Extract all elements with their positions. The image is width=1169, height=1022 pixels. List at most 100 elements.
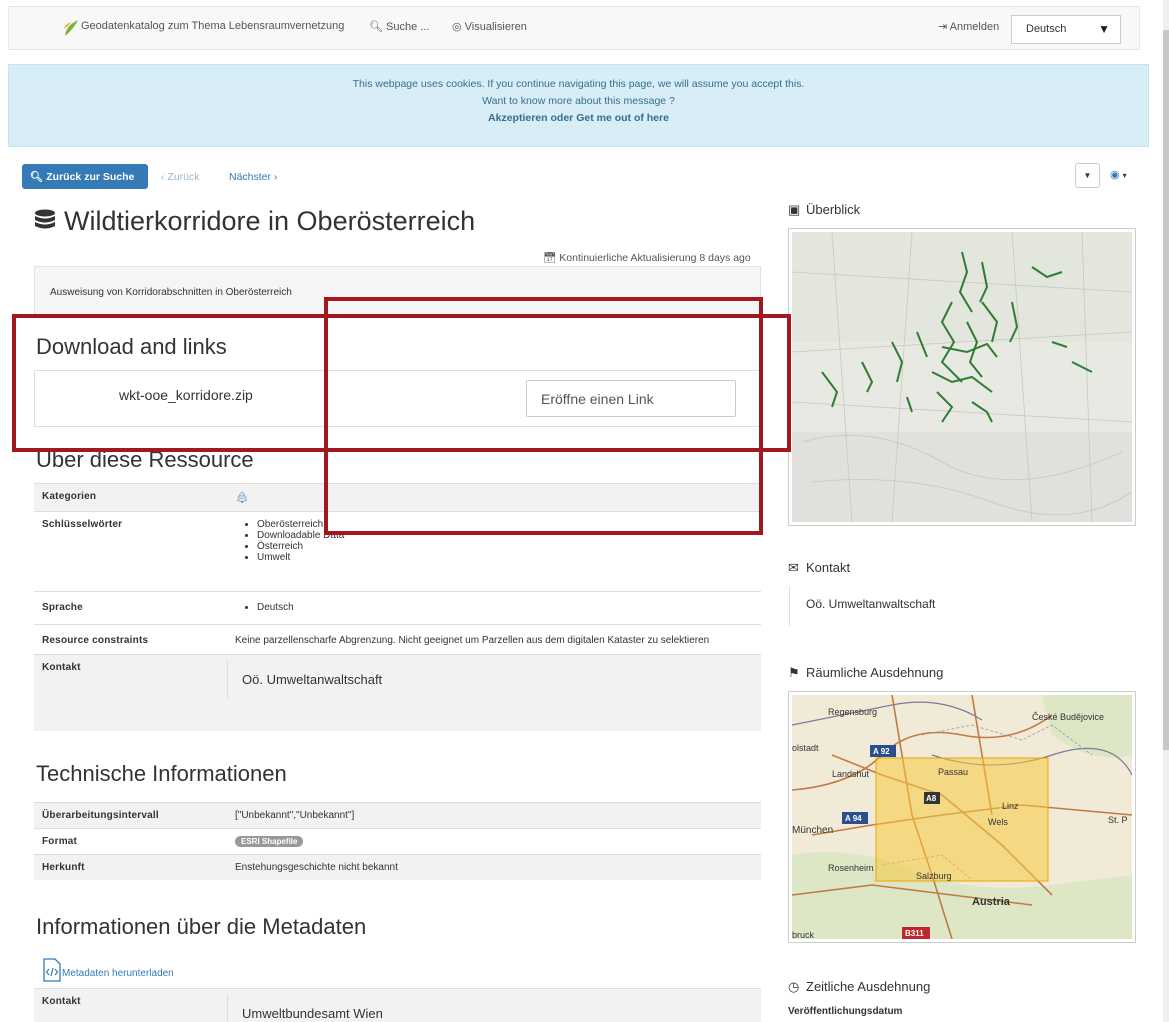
map-label-munchen: München [792, 825, 833, 836]
cookie-leave-link[interactable]: Get me out of here [576, 112, 669, 124]
caret-down-icon: ▾ [1122, 171, 1127, 180]
interval-value: ["Unbekannt","Unbekannt"] [227, 802, 761, 829]
origin-label: Herkunft [34, 854, 227, 880]
contact-value: Oö. Umweltanwaltschaft [227, 654, 761, 731]
next-link[interactable]: Nächster › [229, 171, 277, 183]
table-row: Format ESRI Shapefile [34, 828, 761, 855]
table-row: Resource constraints Keine parzellenscha… [34, 624, 761, 655]
page-scrollbar[interactable] [1163, 0, 1169, 1022]
cookie-banner: This webpage uses cookies. If you contin… [8, 64, 1149, 147]
table-row: Kontakt Oö. Umweltanwaltschaft [34, 654, 761, 731]
format-badge: ESRI Shapefile [235, 836, 304, 847]
search-nav-label: Suche ... [386, 21, 430, 33]
metadata-contact-label: Kontakt [34, 988, 227, 1022]
overview-label: Überblick [806, 202, 861, 217]
map-label-budejovice: České Budějovice [1032, 712, 1104, 722]
technical-heading: Technische Informationen [36, 761, 287, 786]
title-text: Wildtierkorridore in Oberösterreich [64, 206, 476, 236]
keyword-item: Österreich [257, 541, 753, 552]
map-label-landshut: Landshut [832, 769, 870, 779]
image-icon: ▣ [788, 202, 801, 217]
cookie-accept-link[interactable]: Akzeptieren [488, 112, 548, 124]
cookie-or-text: oder [550, 112, 574, 124]
back-to-search-label: Zurück zur Suche [46, 171, 135, 183]
keyword-item: Umwelt [257, 552, 753, 563]
language-value: Deutsch [1026, 23, 1067, 35]
page-title: Wildtierkorridore in Oberösterreich [34, 206, 475, 237]
origin-value: Enstehungsgeschichte nicht bekannt [227, 854, 761, 880]
view-mode-button[interactable]: ◉ ▾ [1110, 168, 1127, 181]
metadata-download-link[interactable]: Metadaten herunterladen [42, 958, 174, 982]
tree-icon[interactable]: 🌲︎ [235, 492, 249, 504]
map-marker-icon: ⚑ [788, 665, 800, 680]
overview-heading: ▣ Überblick [788, 202, 860, 218]
contact-heading: ✉ Kontakt [788, 560, 850, 576]
map-label-rosenheim: Rosenheim [828, 863, 874, 873]
search-icon: 🔍︎ [369, 21, 383, 33]
back-to-search-button[interactable]: 🔍︎ Zurück zur Suche [22, 164, 148, 189]
metadata-contact-name: Umweltbundesamt Wien [227, 994, 761, 1022]
login-link[interactable]: ⇥ Anmelden [938, 20, 999, 33]
file-code-icon [43, 958, 61, 982]
calendar-icon: 📅︎ [543, 252, 557, 264]
categories-label: Kategorien [34, 483, 227, 512]
table-row: Herkunft Enstehungsgeschichte nicht beka… [34, 854, 761, 880]
brand-link[interactable]: Geodatenkatalog zum Thema Lebensraumvern… [81, 20, 344, 32]
cookie-info-link[interactable]: Want to know more about this message ? [482, 95, 675, 107]
table-row: Sprache Deutsch [34, 591, 761, 625]
metadata-table: Kontakt Umweltbundesamt Wien [34, 988, 761, 1022]
extent-heading: ⚑ Räumliche Ausdehnung [788, 665, 943, 681]
highlight-box-link-area [324, 297, 763, 535]
previous-link[interactable]: ‹ Zurück [161, 171, 200, 183]
scrollbar-thumb[interactable] [1163, 30, 1169, 750]
dropdown-arrow-icon: ▼ [1098, 22, 1110, 36]
keywords-label: Schlüsselwörter [34, 511, 227, 592]
language-value: Deutsch [227, 591, 761, 625]
search-nav-link[interactable]: 🔍︎ Suche ... [369, 20, 429, 33]
extent-label: Räumliche Ausdehnung [806, 665, 944, 680]
table-row: Kontakt Umweltbundesamt Wien [34, 988, 761, 1022]
contact-name: Oö. Umweltanwaltschaft [227, 660, 761, 699]
globe-icon: ◎ [452, 21, 462, 33]
cookie-message: This webpage uses cookies. If you contin… [352, 78, 805, 90]
temporal-label: Zeitliche Ausdehnung [806, 979, 931, 994]
table-row: Überarbeitungsintervall ["Unbekannt","Un… [34, 802, 761, 829]
map-label-linz: Linz [1002, 801, 1019, 811]
visualize-nav-link[interactable]: ◎ Visualisieren [452, 20, 527, 33]
format-value: ESRI Shapefile [227, 828, 761, 855]
envelope-icon: ✉ [788, 560, 799, 575]
map-label-stpolten: St. P [1108, 815, 1128, 825]
options-dropdown-button[interactable]: ▼ [1075, 163, 1100, 188]
extent-map[interactable]: Regensburg České Budějovice olstadt Land… [788, 691, 1136, 943]
search-icon: 🔍︎ [30, 171, 44, 183]
map-label-passau: Passau [938, 767, 968, 777]
contact-heading-label: Kontakt [806, 560, 851, 575]
road-label-b311: B311 [905, 929, 924, 938]
map-label-austria: Austria [972, 896, 1011, 908]
abstract-text: Ausweisung von Korridorabschnitten in Ob… [50, 287, 292, 298]
format-label: Format [34, 828, 227, 855]
top-navbar: Geodatenkatalog zum Thema Lebensraumvern… [8, 6, 1140, 50]
overview-map[interactable] [788, 228, 1136, 526]
map-label-regensburg: Regensburg [828, 707, 877, 717]
visualize-nav-label: Visualisieren [464, 21, 527, 33]
constraints-value: Keine parzellenscharfe Abgrenzung. Nicht… [227, 624, 761, 655]
sign-in-icon: ⇥ [938, 21, 948, 33]
metadata-contact-value: Umweltbundesamt Wien [227, 988, 761, 1022]
language-item: Deutsch [257, 602, 753, 613]
extent-map-image: Regensburg České Budějovice olstadt Land… [791, 694, 1133, 940]
temporal-heading: ◷ Zeitliche Ausdehnung [788, 979, 930, 995]
map-label-bruck: bruck [792, 930, 815, 939]
language-label: Sprache [34, 591, 227, 625]
language-select[interactable]: Deutsch ▼ [1011, 15, 1121, 44]
map-label-salzburg: Salzburg [916, 871, 952, 881]
metadata-heading: Informationen über die Metadaten [36, 914, 367, 939]
contact-label: Kontakt [34, 654, 227, 731]
caret-down-icon: ▼ [1083, 171, 1092, 180]
logo-icon [64, 20, 78, 36]
eye-icon: ◉ [1110, 169, 1120, 181]
login-label: Anmelden [949, 21, 1000, 33]
map-label-wels: Wels [988, 817, 1008, 827]
road-label-a94: A 94 [845, 814, 862, 823]
publication-date-label: Veröffentlichungsdatum [788, 1006, 903, 1017]
